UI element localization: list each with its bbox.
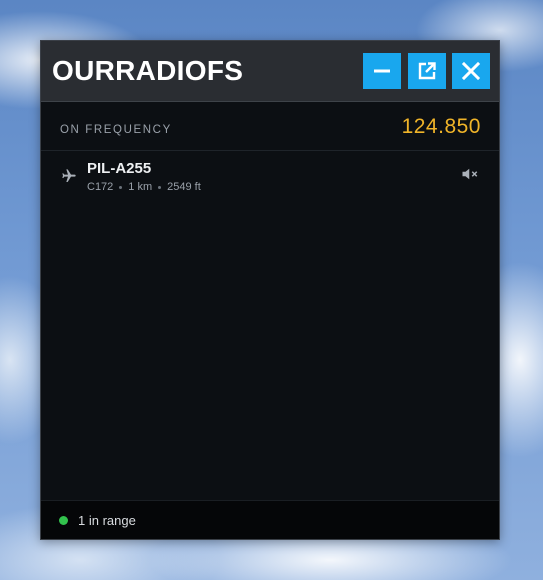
minimize-button[interactable] [363,53,401,89]
title-bar[interactable]: OURRADIOFS [41,41,499,102]
minimize-icon [374,69,390,73]
popout-button[interactable] [408,53,446,89]
window-title: OURRADIOFS [52,55,244,86]
aircraft-altitude: 2549 ft [167,181,201,193]
mute-icon[interactable] [461,166,479,182]
aircraft-callsign: PIL-A255 [87,160,152,177]
aircraft-distance: 1 km [128,181,153,193]
frequency-value: 124.850 [401,115,481,138]
separator-dot [119,185,123,189]
frequency-label: ON FREQUENCY [60,124,172,136]
list-item[interactable]: PIL-A255 C172 1 km 2549 ft [41,151,499,201]
status-bar: 1 in range [41,500,499,539]
close-button[interactable] [452,53,490,89]
airplane-icon [62,169,76,182]
aircraft-type: C172 [87,181,114,193]
status-text: 1 in range [78,513,136,528]
separator-dot [158,185,162,189]
popout-icon [418,62,436,80]
aircraft-details: C172 1 km 2549 ft [87,181,201,193]
frequency-row: ON FREQUENCY 124.850 [41,102,499,151]
close-icon [461,61,481,81]
status-indicator [59,516,68,525]
radio-window: OURRADIOFS ON FREQUENCY 124.850 PIL-A255… [40,40,500,540]
